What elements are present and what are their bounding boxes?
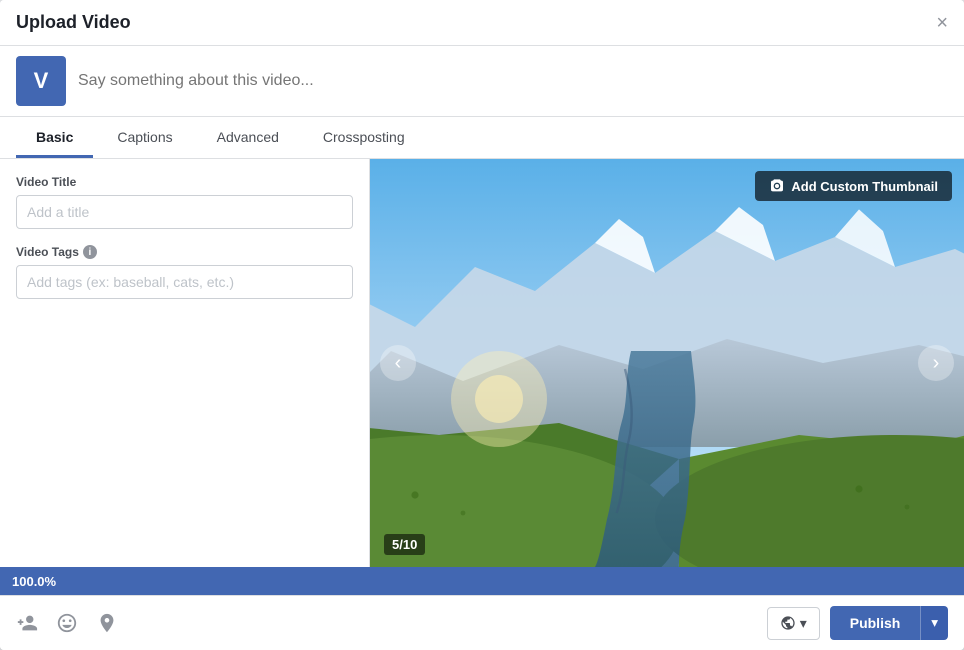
audience-selector-button[interactable]: ▾ [767,607,820,640]
previous-slide-button[interactable]: ‹ [380,345,416,381]
footer-actions-right: ▾ Publish ▾ [767,606,948,640]
globe-icon [780,615,796,631]
status-bar: V [0,46,964,117]
upload-video-modal: Upload Video × V Basic Captions Advanced… [0,0,964,650]
emoji-button[interactable] [56,612,78,634]
next-slide-button[interactable]: › [918,345,954,381]
main-content: Video Title Video Tags i [0,159,964,567]
modal-title: Upload Video [16,12,131,33]
tags-info-icon[interactable]: i [83,245,97,259]
tab-advanced[interactable]: Advanced [197,117,299,158]
footer-actions-left [16,612,118,634]
avatar: V [16,56,66,106]
publish-chevron-icon: ▾ [931,615,938,630]
video-tags-label: Video Tags i [16,245,353,259]
publish-button[interactable]: Publish [830,606,921,640]
tab-captions[interactable]: Captions [97,117,192,158]
left-arrow-icon: ‹ [395,352,402,375]
audience-dropdown-icon: ▾ [800,615,807,632]
tab-crossposting[interactable]: Crossposting [303,117,425,158]
location-icon [96,612,118,634]
video-panel: Add Custom Thumbnail ‹ › 5/10 [370,159,964,567]
video-title-input[interactable] [16,195,353,229]
publish-dropdown-button[interactable]: ▾ [920,606,948,640]
modal-header: Upload Video × [0,0,964,46]
tag-people-button[interactable] [16,612,38,634]
progress-bar: 100.0% [0,567,964,595]
left-panel: Video Title Video Tags i [0,159,370,567]
close-button[interactable]: × [936,13,948,33]
camera-icon [769,178,785,194]
video-title-label: Video Title [16,175,353,189]
modal-footer: ▾ Publish ▾ [0,595,964,650]
video-thumbnail: Add Custom Thumbnail ‹ › 5/10 [370,159,964,567]
tag-people-icon [16,612,38,634]
status-input[interactable] [78,72,948,90]
add-custom-thumbnail-button[interactable]: Add Custom Thumbnail [755,171,952,201]
emoji-icon [56,612,78,634]
video-tags-input[interactable] [16,265,353,299]
location-button[interactable] [96,612,118,634]
slide-counter: 5/10 [384,534,425,555]
progress-label: 100.0% [12,574,56,589]
tabs-bar: Basic Captions Advanced Crossposting [0,117,964,159]
tab-basic[interactable]: Basic [16,117,93,158]
right-arrow-icon: › [933,352,940,375]
custom-thumbnail-label: Add Custom Thumbnail [791,179,938,194]
